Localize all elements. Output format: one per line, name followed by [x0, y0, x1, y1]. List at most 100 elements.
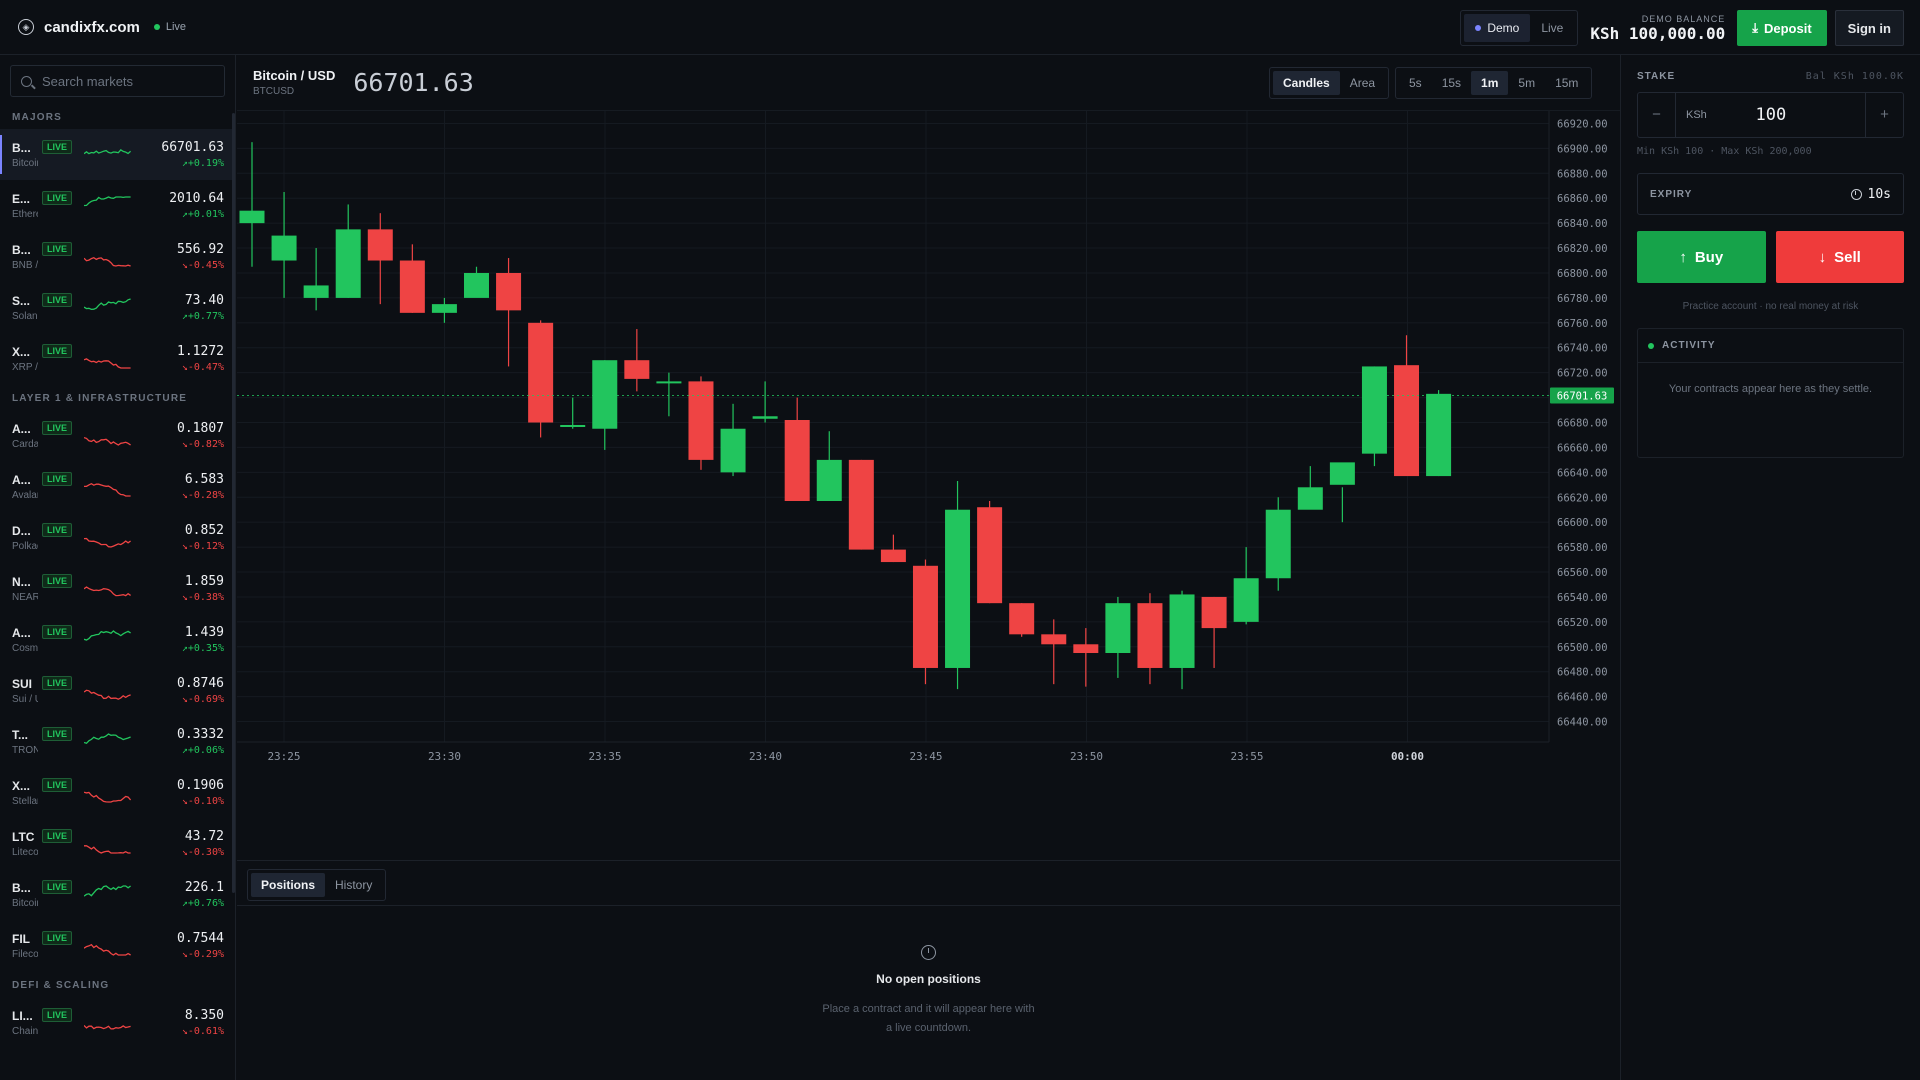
candle-body — [720, 428, 746, 473]
positions-empty-state: No open positions Place a contract and i… — [237, 945, 1620, 1038]
top-bar: ◈ candixfx.com Live Demo Live DEMO BALAN… — [0, 0, 1920, 55]
candle-body — [816, 459, 842, 501]
market-row[interactable]: T... TRON / USD LIVE 0.3332 ↗+0.06% — [0, 716, 235, 767]
candle-body — [1329, 462, 1355, 485]
market-row[interactable]: X... Stellar / USD LIVE 0.1906 ↘-0.10% — [0, 767, 235, 818]
interval-15s[interactable]: 15s — [1432, 71, 1471, 95]
candle-body — [912, 565, 938, 668]
market-name: Cosmos / ... — [12, 642, 38, 654]
candlestick-chart[interactable]: 66920.00 66900.00 66880.00 66860.00 66840.00… — [237, 111, 1620, 861]
balance-display: DEMO BALANCE KSh 100,000.00 — [1590, 14, 1725, 43]
tab-positions[interactable]: Positions — [251, 873, 326, 897]
interval-15m[interactable]: 15m — [1545, 71, 1588, 95]
market-group-title: MAJORS — [12, 112, 62, 123]
live-badge: LIVE — [42, 829, 73, 843]
live-badge: LIVE — [42, 727, 73, 741]
last-price-label: 66701.63 — [1557, 391, 1608, 403]
mode-demo[interactable]: Demo — [1464, 14, 1531, 42]
market-row[interactable]: S... Solana / U... LIVE 73.40 ↗+0.77% — [0, 282, 235, 333]
market-row[interactable]: FIL Filecoin / ... LIVE 0.7544 ↘-0.29% — [0, 920, 235, 971]
search-box[interactable] — [10, 65, 225, 97]
market-row[interactable]: LTC Litecoin / ... LIVE 43.72 ↘-0.30% — [0, 818, 235, 869]
chart-type-area[interactable]: Area — [1340, 71, 1385, 95]
expiry-selector[interactable]: EXPIRY 10s — [1637, 173, 1904, 215]
price-chart[interactable]: 66920.00 66900.00 66880.00 66860.00 66840.00… — [237, 110, 1620, 860]
interval-5s[interactable]: 5s — [1399, 71, 1432, 95]
market-symbol: LI... — [12, 1008, 33, 1023]
buy-button[interactable]: ↑ Buy — [1637, 231, 1766, 283]
x-axis-label: 23:55 — [1230, 750, 1263, 763]
increase-stake-button[interactable]: + — [1865, 93, 1903, 137]
live-badge: LIVE — [42, 293, 73, 307]
market-name: Bitcoin Ca... — [12, 897, 38, 909]
sign-in-button[interactable]: Sign in — [1834, 10, 1904, 46]
market-price: 1.1272 — [177, 344, 224, 359]
activity-title: ACTIVITY — [1638, 329, 1903, 363]
stake-label: STAKE — [1637, 71, 1676, 82]
y-axis-label: 66900.00 — [1557, 143, 1608, 155]
market-symbol: D... — [12, 523, 31, 538]
live-badge: LIVE — [42, 523, 73, 537]
account-mode-toggle: Demo Live — [1460, 10, 1579, 46]
market-name: Sui / USD — [12, 693, 38, 705]
market-row[interactable]: B... Bitcoin Ca... LIVE 226.1 ↗+0.76% — [0, 869, 235, 920]
pair-name: Bitcoin / USD — [253, 68, 336, 83]
y-axis-label: 66520.00 — [1557, 617, 1608, 629]
market-row[interactable]: X... XRP / USD LIVE 1.1272 ↘-0.47% — [0, 333, 235, 384]
market-row[interactable]: A... Cardano / ... LIVE 0.1807 ↘-0.82% — [0, 410, 235, 461]
market-row[interactable]: LI... Chainlink / ... LIVE 8.350 ↘-0.61% — [0, 997, 235, 1048]
market-row[interactable]: A... Cosmos / ... LIVE 1.439 ↗+0.35% — [0, 614, 235, 665]
interval-toggle: 5s 15s 1m 5m 15m — [1395, 67, 1593, 99]
market-symbol: SUI — [12, 676, 33, 691]
arrow-down-icon: ↓ — [1818, 248, 1827, 266]
practice-note: Practice account · no real money at risk — [1682, 301, 1859, 312]
search-input[interactable] — [42, 73, 212, 89]
deposit-button[interactable]: ⤓ Deposit — [1737, 10, 1827, 46]
market-price: 73.40 — [184, 293, 224, 308]
market-change: ↘-0.29% — [181, 949, 224, 960]
market-name: TRON / USD — [12, 744, 38, 756]
market-sparkline — [84, 537, 131, 548]
timer-icon — [1850, 188, 1862, 200]
live-badge: LIVE — [42, 676, 73, 690]
market-row[interactable]: D... Polkadot / ... LIVE 0.852 ↘-0.12% — [0, 512, 235, 563]
market-sparkline — [84, 585, 131, 596]
interval-1m[interactable]: 1m — [1471, 71, 1509, 95]
sell-button[interactable]: ↓ Sell — [1775, 231, 1904, 283]
x-axis-label: 23:30 — [428, 750, 461, 763]
market-row[interactable]: B... BNB / USD LIVE 556.92 ↘-0.45% — [0, 231, 235, 282]
market-row[interactable]: SUI Sui / USD LIVE 0.8746 ↘-0.69% — [0, 665, 235, 716]
market-change: ↗+0.06% — [181, 745, 224, 756]
market-row[interactable]: B... Bitcoin / U... LIVE 66701.63 ↗+0.19% — [0, 129, 235, 180]
trade-buttons: ↑ Buy ↓ Sell — [1637, 231, 1904, 283]
live-badge: LIVE — [42, 931, 73, 945]
market-sparkline — [84, 482, 131, 497]
market-row[interactable]: E... Ethereum ... LIVE 2010.64 ↗+0.01% — [0, 180, 235, 231]
decrease-stake-button[interactable]: − — [1638, 93, 1676, 137]
market-symbol: FIL — [12, 931, 30, 946]
brand[interactable]: ◈ candixfx.com Live — [18, 19, 186, 36]
chart-type-candles[interactable]: Candles — [1273, 71, 1340, 95]
market-row[interactable]: N... NEAR / USD LIVE 1.859 ↘-0.38% — [0, 563, 235, 614]
x-axis-label: 23:40 — [749, 750, 782, 763]
market-price: 226.1 — [184, 880, 224, 895]
mode-live[interactable]: Live — [1530, 14, 1574, 42]
y-axis-label: 66480.00 — [1557, 667, 1608, 679]
stopwatch-icon — [921, 945, 936, 960]
market-row[interactable]: A... Avalanche ... LIVE 6.583 ↘-0.28% — [0, 461, 235, 512]
market-sparkline — [84, 943, 131, 956]
sidebar-scrollbar[interactable] — [232, 113, 235, 893]
candle-body — [1394, 365, 1420, 477]
y-axis-label: 66640.00 — [1557, 467, 1608, 479]
y-axis-label: 66540.00 — [1557, 592, 1608, 604]
tab-history[interactable]: History — [325, 873, 382, 897]
market-sparkline — [84, 884, 131, 897]
market-name: Chainlink / ... — [12, 1025, 38, 1037]
interval-5m[interactable]: 5m — [1508, 71, 1545, 95]
balance-label: DEMO BALANCE — [1641, 13, 1726, 24]
market-symbol: N... — [12, 574, 31, 589]
market-symbol: S... — [12, 293, 31, 308]
positions-tabbar: Positions History — [237, 860, 1620, 906]
market-change: ↘-0.30% — [181, 847, 224, 858]
stake-input[interactable]: 100 — [1707, 105, 1835, 125]
